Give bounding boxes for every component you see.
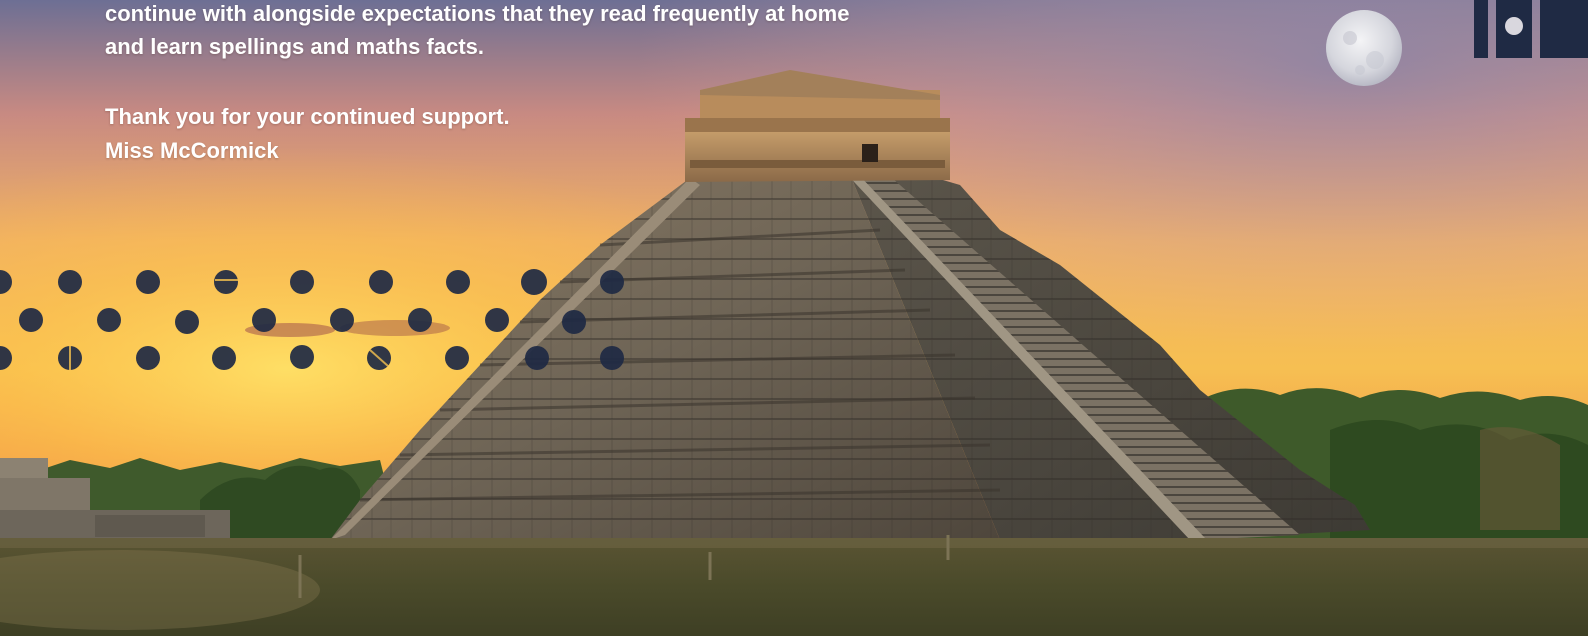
dot bbox=[408, 308, 432, 332]
dot bbox=[446, 270, 470, 294]
dot bbox=[136, 270, 160, 294]
newsletter-page: continue with alongside expectations tha… bbox=[0, 0, 1588, 636]
dot bbox=[58, 270, 82, 294]
dot bbox=[562, 310, 586, 334]
dot bbox=[0, 346, 12, 370]
closing-line: Thank you for your continued support. bbox=[105, 104, 510, 129]
letter-line: continue with alongside expectations tha… bbox=[105, 1, 850, 26]
dot bbox=[212, 346, 236, 370]
dot bbox=[19, 308, 43, 332]
dot bbox=[97, 308, 121, 332]
dot bbox=[290, 270, 314, 294]
dot bbox=[369, 270, 393, 294]
dot-pattern bbox=[0, 269, 624, 370]
dot bbox=[600, 346, 624, 370]
dot bbox=[445, 346, 469, 370]
signature: Miss McCormick bbox=[105, 138, 279, 163]
dot bbox=[214, 270, 238, 294]
dot bbox=[525, 346, 549, 370]
letter-line: and learn spellings and maths facts. bbox=[105, 34, 484, 59]
dot bbox=[521, 269, 547, 295]
school-logo bbox=[1474, 0, 1588, 58]
dot bbox=[330, 308, 354, 332]
dot bbox=[290, 345, 314, 369]
dot bbox=[136, 346, 160, 370]
dot bbox=[0, 270, 12, 294]
dot bbox=[252, 308, 276, 332]
dot bbox=[485, 308, 509, 332]
dot bbox=[175, 310, 199, 334]
dot bbox=[600, 270, 624, 294]
